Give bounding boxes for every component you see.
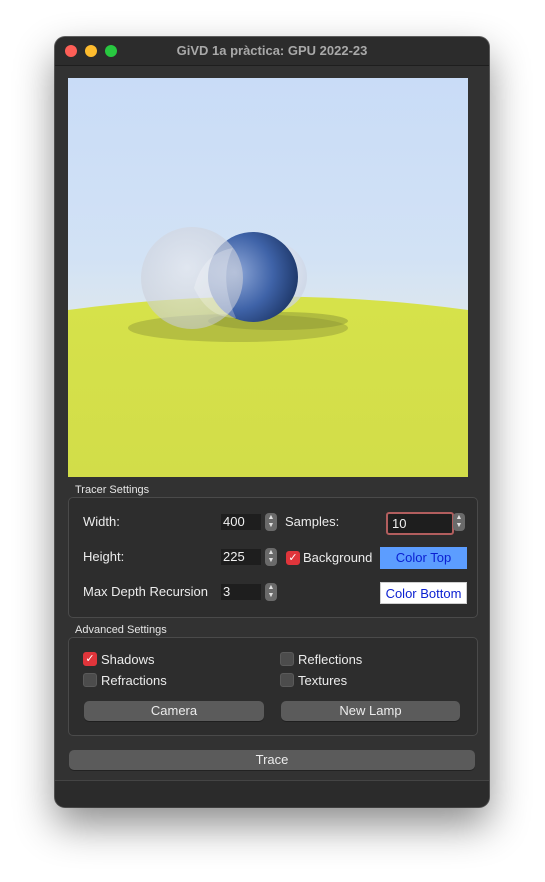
background-label: Background (303, 550, 373, 565)
max-depth-input[interactable]: 3 (221, 584, 261, 600)
width-spinbox[interactable]: 400 ▲ ▼ (221, 513, 277, 531)
app-window: GiVD 1a pràctica: GPU 2022-23 Tracer Set… (55, 37, 489, 807)
status-bar (55, 780, 489, 807)
textures-label: Textures (298, 673, 348, 688)
chevron-down-icon[interactable]: ▼ (453, 522, 465, 530)
new-lamp-button[interactable]: New Lamp (281, 701, 460, 721)
checkmark-icon: ✓ (288, 552, 298, 564)
shadows-label: Shadows (101, 652, 155, 667)
color-top-button[interactable]: Color Top (380, 547, 467, 569)
checkmark-icon: ✓ (85, 653, 95, 665)
shadows-checkbox[interactable]: ✓ (83, 652, 97, 666)
background-checkbox[interactable]: ✓ (286, 551, 300, 565)
max-depth-stepper[interactable]: ▲ ▼ (265, 583, 277, 601)
tracer-settings-title: Tracer Settings (75, 484, 150, 496)
chevron-up-icon[interactable]: ▲ (453, 514, 465, 522)
max-depth-spinbox[interactable]: 3 ▲ ▼ (221, 583, 277, 601)
height-label: Height: (83, 549, 125, 564)
reflections-label: Reflections (298, 652, 363, 667)
advanced-settings-title: Advanced Settings (75, 624, 167, 636)
window-title: GiVD 1a pràctica: GPU 2022-23 (176, 43, 368, 58)
chevron-down-icon[interactable]: ▼ (265, 557, 277, 565)
chevron-up-icon[interactable]: ▲ (265, 549, 277, 557)
height-spinbox[interactable]: 225 ▲ ▼ (221, 548, 277, 566)
rendered-scene-image (68, 227, 468, 477)
width-input[interactable]: 400 (221, 514, 261, 530)
camera-button[interactable]: Camera (84, 701, 264, 721)
chevron-down-icon[interactable]: ▼ (265, 592, 277, 600)
samples-input[interactable]: 10 (386, 512, 454, 535)
trace-button[interactable]: Trace (69, 750, 475, 770)
color-bottom-button[interactable]: Color Bottom (380, 582, 467, 604)
samples-stepper[interactable]: ▲ ▼ (453, 513, 465, 531)
refractions-label: Refractions (101, 673, 167, 688)
max-depth-label: Max Depth Recursion (83, 584, 208, 599)
samples-label: Samples: (285, 514, 340, 529)
reflections-checkbox[interactable] (280, 652, 294, 666)
width-stepper[interactable]: ▲ ▼ (265, 513, 277, 531)
chevron-down-icon[interactable]: ▼ (265, 522, 277, 530)
refractions-checkbox[interactable] (83, 673, 97, 687)
render-viewport[interactable] (68, 78, 468, 477)
chevron-up-icon[interactable]: ▲ (265, 514, 277, 522)
title-bar[interactable]: GiVD 1a pràctica: GPU 2022-23 (55, 37, 489, 66)
height-input[interactable]: 225 (221, 549, 261, 565)
textures-checkbox[interactable] (280, 673, 294, 687)
chevron-up-icon[interactable]: ▲ (265, 584, 277, 592)
width-label: Width: (83, 514, 120, 529)
height-stepper[interactable]: ▲ ▼ (265, 548, 277, 566)
